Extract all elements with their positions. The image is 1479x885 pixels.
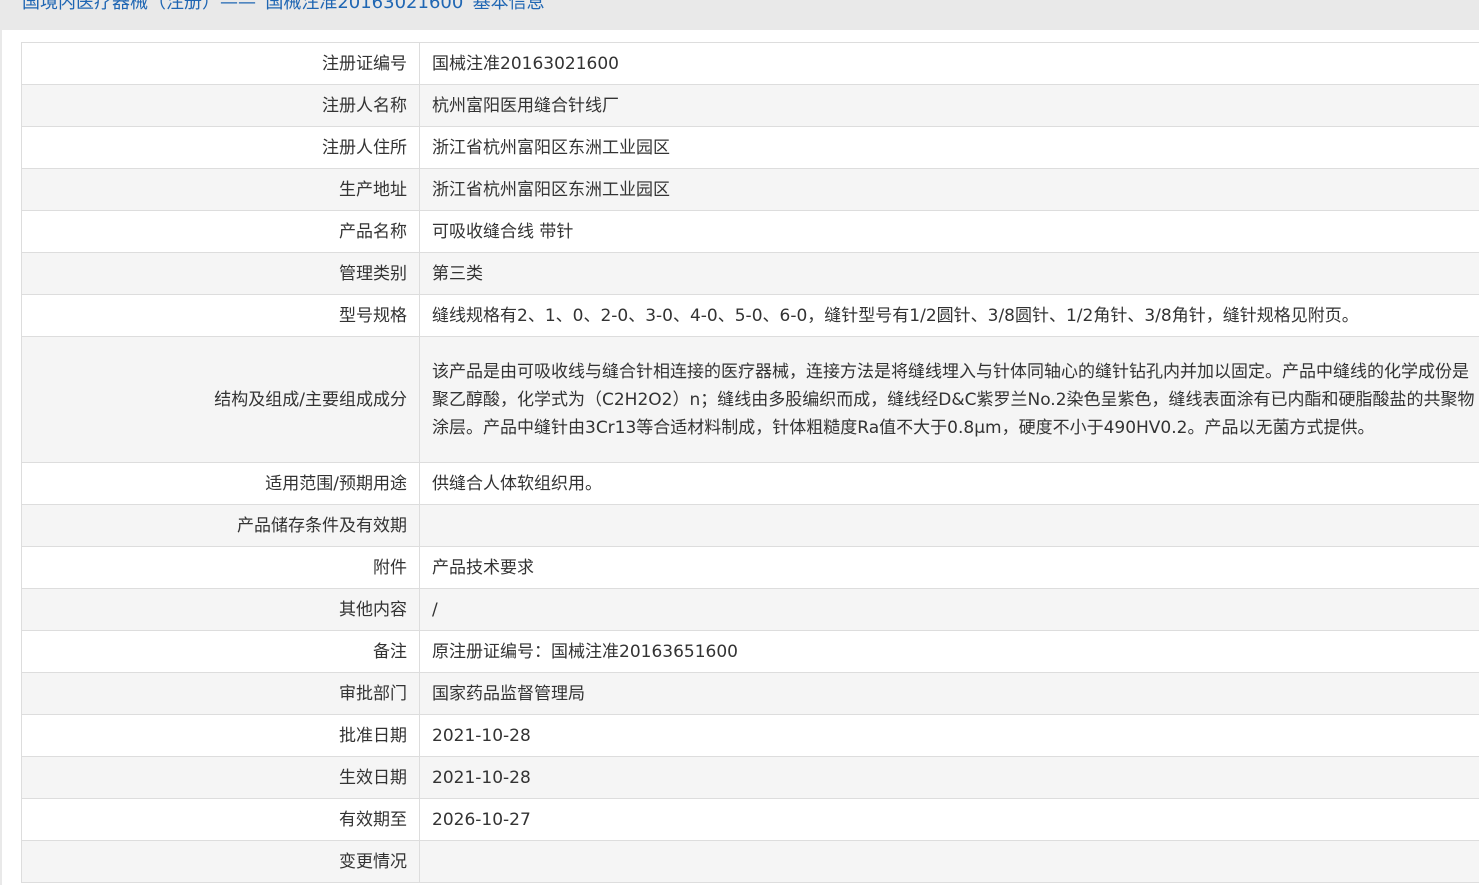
row-value xyxy=(419,840,1479,883)
row-value: 杭州富阳医用缝合针线厂 xyxy=(419,84,1479,127)
row-label: 管理类别 xyxy=(21,252,420,295)
row-value: 缝线规格有2、1、0、2-0、3-0、4-0、5-0、6-0，缝针型号有1/2圆… xyxy=(419,294,1479,337)
detail-row-approval-department: 审批部门 国家药品监督管理局 xyxy=(21,672,1479,715)
row-value: / xyxy=(419,588,1479,631)
row-label: 产品储存条件及有效期 xyxy=(21,504,420,547)
detail-row-registrant-address: 注册人住所 浙江省杭州富阳区东洲工业园区 xyxy=(21,126,1479,169)
row-value xyxy=(419,504,1479,547)
row-label: 产品名称 xyxy=(21,210,420,253)
row-label: 审批部门 xyxy=(21,672,420,715)
row-value: 该产品是由可吸收线与缝合针相连接的医疗器械，连接方法是将缝线埋入与针体同轴心的缝… xyxy=(419,336,1479,463)
row-label: 注册人住所 xyxy=(21,126,420,169)
row-value: 浙江省杭州富阳区东洲工业园区 xyxy=(419,168,1479,211)
row-value: 第三类 xyxy=(419,252,1479,295)
detail-table: 注册证编号 国械注准20163021600 注册人名称 杭州富阳医用缝合针线厂 … xyxy=(21,42,1479,883)
detail-row-management-category: 管理类别 第三类 xyxy=(21,252,1479,295)
row-label: 生产地址 xyxy=(21,168,420,211)
row-label: 批准日期 xyxy=(21,714,420,757)
detail-row-storage-validity: 产品储存条件及有效期 xyxy=(21,504,1479,547)
row-label: 备注 xyxy=(21,630,420,673)
detail-row-registration-no: 注册证编号 国械注准20163021600 xyxy=(21,42,1479,85)
detail-row-attachment: 附件 产品技术要求 xyxy=(21,546,1479,589)
content-panel: 注册证编号 国械注准20163021600 注册人名称 杭州富阳医用缝合针线厂 … xyxy=(0,30,1479,885)
row-value: 供缝合人体软组织用。 xyxy=(419,462,1479,505)
row-value: 原注册证编号：国械注准20163651600 xyxy=(419,630,1479,673)
page-title: 国境内医疗器械（注册）——“国械注准20163021600”基本信息 xyxy=(22,0,545,13)
row-label: 有效期至 xyxy=(21,798,420,841)
row-label: 其他内容 xyxy=(21,588,420,631)
detail-row-valid-until: 有效期至 2026-10-27 xyxy=(21,798,1479,841)
row-label: 注册证编号 xyxy=(21,42,420,85)
row-value: 2021-10-28 xyxy=(419,714,1479,757)
row-value: 2021-10-28 xyxy=(419,756,1479,799)
detail-row-product-name: 产品名称 可吸收缝合线 带针 xyxy=(21,210,1479,253)
detail-row-structure-composition: 结构及组成/主要组成成分 该产品是由可吸收线与缝合针相连接的医疗器械，连接方法是… xyxy=(21,336,1479,463)
row-value: 国家药品监督管理局 xyxy=(419,672,1479,715)
detail-row-model-spec: 型号规格 缝线规格有2、1、0、2-0、3-0、4-0、5-0、6-0，缝针型号… xyxy=(21,294,1479,337)
detail-row-intended-use: 适用范围/预期用途 供缝合人体软组织用。 xyxy=(21,462,1479,505)
row-label: 适用范围/预期用途 xyxy=(21,462,420,505)
page: 国境内医疗器械（注册）——“国械注准20163021600”基本信息 注册证编号… xyxy=(0,0,1479,885)
detail-row-approval-date: 批准日期 2021-10-28 xyxy=(21,714,1479,757)
row-value: 产品技术要求 xyxy=(419,546,1479,589)
row-label: 生效日期 xyxy=(21,756,420,799)
detail-row-effective-date: 生效日期 2021-10-28 xyxy=(21,756,1479,799)
row-label: 变更情况 xyxy=(21,840,420,883)
row-value: 2026-10-27 xyxy=(419,798,1479,841)
detail-row-registrant-name: 注册人名称 杭州富阳医用缝合针线厂 xyxy=(21,84,1479,127)
detail-row-production-address: 生产地址 浙江省杭州富阳区东洲工业园区 xyxy=(21,168,1479,211)
row-label: 注册人名称 xyxy=(21,84,420,127)
detail-row-remarks: 备注 原注册证编号：国械注准20163651600 xyxy=(21,630,1479,673)
row-value: 国械注准20163021600 xyxy=(419,42,1479,85)
row-label: 型号规格 xyxy=(21,294,420,337)
row-label: 附件 xyxy=(21,546,420,589)
row-value: 浙江省杭州富阳区东洲工业园区 xyxy=(419,126,1479,169)
detail-row-other-content: 其他内容 / xyxy=(21,588,1479,631)
row-value: 可吸收缝合线 带针 xyxy=(419,210,1479,253)
detail-row-change-status: 变更情况 xyxy=(21,840,1479,883)
row-label: 结构及组成/主要组成成分 xyxy=(21,336,420,463)
title-bar: 国境内医疗器械（注册）——“国械注准20163021600”基本信息 xyxy=(0,0,1479,30)
